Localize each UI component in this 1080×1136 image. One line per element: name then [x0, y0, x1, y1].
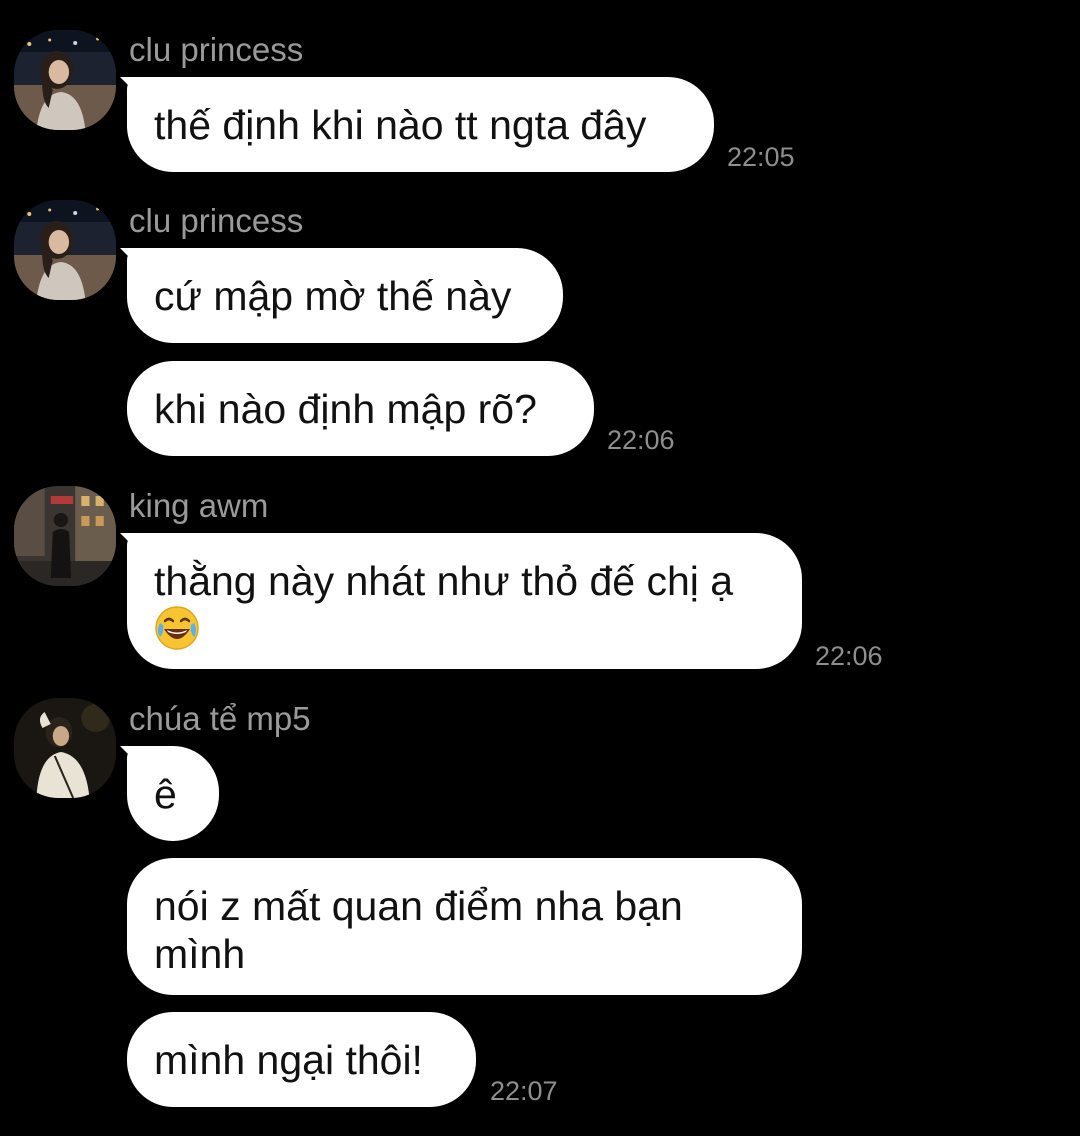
message-text: thế định khi nào tt ngta đây [154, 102, 647, 148]
message-bubble[interactable]: cứ mập mờ thế này [127, 248, 563, 343]
girl-night-city-avatar-icon [14, 30, 116, 130]
girl-night-city-avatar-icon [14, 200, 116, 300]
sender-name: king awm [129, 487, 269, 524]
message-timestamp: 22:06 [607, 425, 675, 455]
boy-white-shirt-avatar-icon [14, 698, 116, 798]
message-bubble[interactable]: mình ngại thôi! [127, 1012, 476, 1107]
message-text-line: nói z mất quan điểm nha bạn [154, 883, 683, 929]
sender-name: chúa tể mp5 [129, 700, 311, 737]
message-text: cứ mập mờ thế này [154, 273, 512, 319]
message-text-line: mình [154, 931, 246, 977]
message-timestamp: 22:05 [727, 142, 795, 172]
message-bubble[interactable]: nói z mất quan điểm nha bạn mình [127, 858, 802, 995]
message-bubble[interactable]: ê [127, 746, 219, 841]
message-bubble[interactable]: khi nào định mập rõ? [127, 361, 594, 456]
message-timestamp: 22:07 [490, 1076, 558, 1106]
message-timestamp: 22:06 [815, 641, 883, 671]
avatar-chua-te-mp5[interactable] [14, 698, 116, 798]
message-bubble[interactable]: thằng này nhát như thỏ đế chị ạ [127, 533, 802, 669]
message-bubble[interactable]: thế định khi nào tt ngta đây [127, 77, 714, 172]
message-text: mình ngại thôi! [154, 1037, 423, 1083]
avatar-clu-princess[interactable] [14, 30, 116, 130]
laughing-tears-emoji-icon [154, 605, 200, 651]
avatar-clu-princess[interactable] [14, 200, 116, 300]
message-text: thằng này nhát như thỏ đế chị ạ [154, 558, 734, 604]
message-text: ê [154, 771, 177, 817]
sender-name: clu princess [129, 202, 304, 239]
sender-name: clu princess [129, 31, 304, 68]
avatar-king-awm[interactable] [14, 486, 116, 586]
street-photo-avatar-icon [14, 486, 116, 586]
message-text: khi nào định mập rõ? [154, 386, 537, 432]
